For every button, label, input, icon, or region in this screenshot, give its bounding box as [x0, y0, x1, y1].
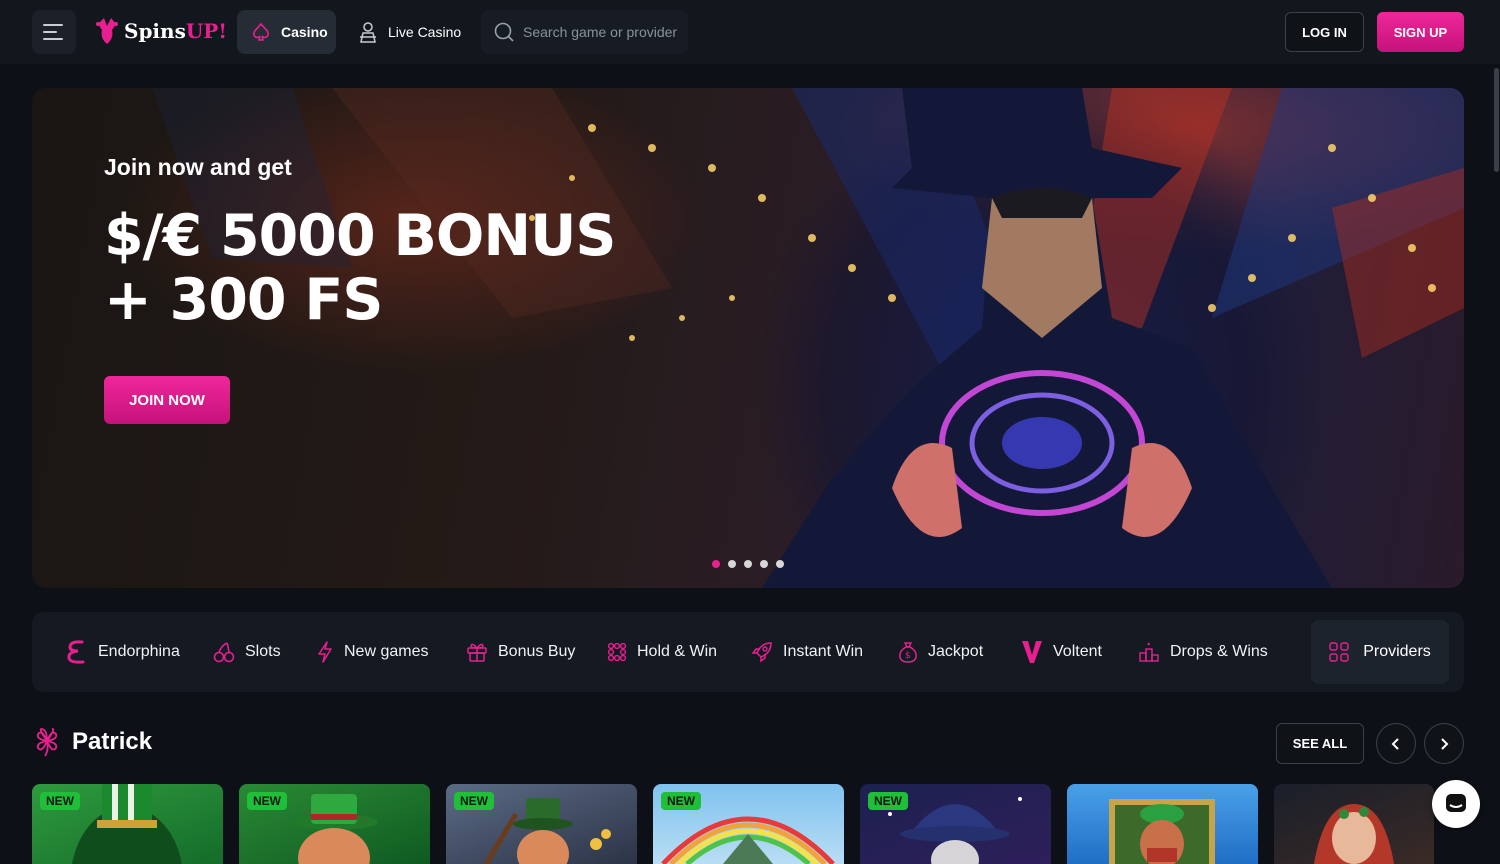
join-now-button[interactable]: JOIN NOW — [104, 376, 230, 424]
category-label: Slots — [245, 643, 281, 660]
chevron-right-icon — [1441, 737, 1449, 750]
scrollbar-thumb[interactable] — [1494, 68, 1499, 172]
chat-icon — [1446, 794, 1466, 812]
new-badge: NEW — [40, 792, 80, 810]
game-tile[interactable]: NEW — [446, 784, 637, 864]
hero-title: $/€ 5000 BONUS + 300 FS — [104, 203, 616, 333]
top-bar: SpinsUP! Casino Live Casino LOG IN SIGN … — [0, 0, 1500, 64]
new-badge: NEW — [868, 792, 908, 810]
login-button[interactable]: LOG IN — [1285, 12, 1364, 52]
clover-icon — [36, 728, 58, 757]
game-tile[interactable] — [1274, 784, 1434, 864]
hero-title-line2: + 300 FS — [104, 267, 383, 333]
logo-text: SpinsUP! — [124, 19, 227, 43]
game-tile[interactable]: NEW — [860, 784, 1051, 864]
game-tile[interactable]: NEW — [239, 784, 430, 864]
carousel-dot-3[interactable] — [744, 560, 752, 568]
carousel-dot-4[interactable] — [760, 560, 768, 568]
category-drops-wins[interactable]: Drops & Wins — [1138, 612, 1268, 692]
rocket-icon — [751, 642, 772, 663]
section-title: Patrick — [72, 728, 153, 755]
category-instant-win[interactable]: Instant Win — [751, 612, 863, 692]
next-button[interactable] — [1424, 723, 1464, 764]
category-label: Jackpot — [928, 643, 984, 660]
svg-text:$: $ — [905, 651, 911, 661]
category-label: Endorphina — [98, 643, 180, 660]
category-bonus-buy[interactable]: Bonus Buy — [466, 612, 575, 692]
category-label: Voltent — [1053, 643, 1102, 660]
menu-button[interactable] — [32, 10, 76, 54]
game-thumbnail — [1109, 799, 1215, 864]
carousel-dots — [712, 560, 784, 568]
category-jackpot[interactable]: $ Jackpot — [898, 612, 983, 692]
grid-dots-icon — [607, 642, 627, 662]
nav-casino[interactable]: Casino — [237, 10, 336, 54]
prev-button[interactable] — [1376, 723, 1416, 764]
new-badge: NEW — [454, 792, 494, 810]
chat-button[interactable] — [1432, 780, 1480, 828]
lightning-icon — [318, 641, 332, 663]
dealer-icon — [360, 22, 376, 43]
category-hold-win[interactable]: Hold & Win — [607, 612, 717, 692]
hamburger-icon — [43, 24, 63, 40]
category-slots[interactable]: Slots — [213, 612, 281, 692]
hero-banner[interactable]: Join now and get $/€ 5000 BONUS + 300 FS… — [32, 88, 1464, 588]
category-label: Hold & Win — [637, 643, 718, 660]
nav-live-casino[interactable]: Live Casino — [358, 10, 461, 54]
money-bag-icon: $ — [899, 642, 917, 663]
carousel-dot-1[interactable] — [712, 560, 720, 568]
game-tile[interactable]: NEW — [32, 784, 223, 864]
category-endorphina[interactable]: Endorphina — [64, 612, 180, 692]
spinsup-logo[interactable]: SpinsUP! — [94, 14, 227, 48]
voltent-icon — [1022, 641, 1042, 663]
category-bar: Endorphina Slots New games Bonus Buy Hol… — [32, 612, 1464, 692]
signup-button[interactable]: SIGN UP — [1377, 12, 1464, 52]
category-new-games[interactable]: New games — [316, 612, 428, 692]
carousel-dot-5[interactable] — [776, 560, 784, 568]
grid-icon — [1329, 642, 1349, 662]
nav-live-casino-label: Live Casino — [388, 24, 462, 40]
search-input[interactable] — [523, 24, 683, 40]
cherries-icon — [213, 642, 235, 663]
providers-button[interactable]: Providers — [1311, 620, 1449, 684]
game-tile[interactable] — [1067, 784, 1258, 864]
spade-icon — [253, 22, 269, 41]
new-badge: NEW — [661, 792, 701, 810]
category-label: Bonus Buy — [498, 643, 576, 660]
game-tile[interactable]: NEW — [653, 784, 844, 864]
podium-icon — [1139, 642, 1159, 662]
hero-title-line1: $/€ 5000 BONUS — [104, 203, 616, 269]
game-thumbnail — [1314, 804, 1394, 864]
category-label: New games — [344, 643, 429, 660]
category-label: Instant Win — [783, 643, 864, 660]
search-bar[interactable] — [481, 10, 688, 54]
providers-label: Providers — [1363, 643, 1431, 660]
nav-casino-label: Casino — [281, 24, 328, 40]
category-label: Drops & Wins — [1170, 643, 1268, 660]
carousel-dot-2[interactable] — [728, 560, 736, 568]
new-badge: NEW — [247, 792, 287, 810]
section-header: Patrick — [32, 726, 152, 758]
logo-text-main: Spins — [124, 19, 186, 43]
endorphina-icon — [67, 640, 85, 664]
chevron-left-icon — [1391, 737, 1399, 750]
see-all-button[interactable]: SEE ALL — [1276, 723, 1364, 764]
logo-text-accent: UP! — [185, 19, 228, 43]
jester-icon — [96, 18, 118, 44]
category-voltent[interactable]: Voltent — [1021, 612, 1102, 692]
search-icon — [494, 22, 514, 42]
page-scrollbar[interactable] — [1493, 64, 1500, 844]
gift-icon — [467, 643, 487, 662]
hero-subtitle: Join now and get — [104, 154, 292, 180]
